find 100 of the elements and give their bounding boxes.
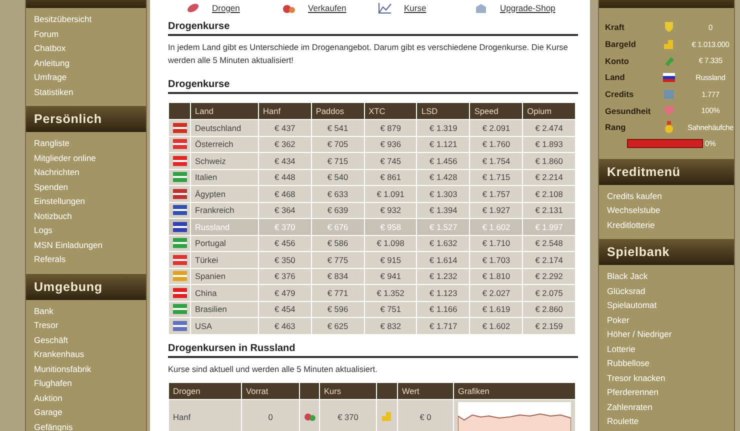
price-cell: € 625 [311,318,364,334]
price-cell: € 915 [364,252,417,268]
price-cell: € 932 [364,202,417,218]
menu-link[interactable]: Roulette [607,414,734,429]
price-cell: € 2.159 [522,318,576,334]
price-cell: € 1.123 [416,284,470,301]
price-cell: € 541 [311,120,364,136]
menu-link[interactable]: Spielautomat [607,298,734,313]
price-cell: € 1.927 [470,202,523,218]
country-cell: Spanien [190,268,258,284]
menu-link[interactable]: Rubbellose [607,356,734,371]
country-cell: China [190,284,258,301]
country-cell: Italien [190,169,258,186]
header-cell: Speed [470,102,523,120]
menu-link[interactable]: Flughafen [34,376,146,390]
menu-link[interactable]: Tresor knacken [607,370,734,386]
menu-link[interactable]: Kreditlotterie [607,218,734,232]
header-cell: LSD [416,102,470,120]
nav-link[interactable]: Drogen [186,2,282,14]
stat-label: Bargeld [605,39,637,50]
header-cell: Opium [522,102,576,120]
menu-link[interactable]: Credits kaufen [607,188,734,204]
header-cell: XTC [364,102,417,120]
nav-link[interactable]: Verkaufen [282,2,378,14]
price-cell: € 376 [258,268,312,284]
value-cell: € 0 [398,399,454,431]
menu-link[interactable]: Pferderennen [607,385,734,400]
price-cell: € 832 [364,318,417,334]
menu-link[interactable]: Notizbuch [34,208,146,223]
menu-link[interactable]: MSN Einladungen [34,238,146,252]
price-cell: € 2.027 [470,284,523,301]
price-cell: € 715 [311,152,364,169]
price-cell: € 448 [258,169,312,186]
price-cell: € 834 [311,268,364,284]
menu-link[interactable]: Besitzübersicht [34,12,146,26]
header-cell: Paddos [311,102,364,120]
nav-link[interactable]: Kurse [378,2,474,14]
heart-icon [663,104,675,117]
country-cell: Österreich [190,136,258,152]
menu-link[interactable]: Gefängnis [34,420,146,431]
price-cell: € 1.098 [364,235,417,252]
menu-link[interactable]: Tresor [34,318,146,332]
menu-link[interactable]: Black Jack [607,269,734,284]
menu-link[interactable]: Forum [34,26,146,41]
menu-link[interactable]: Poker [607,312,734,328]
price-cell: € 370 [320,399,376,431]
price-cell: € 705 [311,136,364,152]
price-cell: € 2.075 [522,284,576,301]
price-cell: € 2.292 [522,268,576,284]
nav-link[interactable]: Upgrade-Shop [474,2,570,14]
country-cell: Frankreich [190,202,258,218]
menu-link[interactable]: Höher / Niedriger [607,327,734,342]
section-header: Persönlich [26,106,146,132]
header-cell: Hanf [258,102,312,120]
price-cell: € 1.232 [416,268,470,284]
menu-link[interactable]: Umfrage [34,70,146,84]
menu-link[interactable]: Anleitung [34,56,146,70]
stat-label: Land [605,72,626,82]
price-cell: € 454 [258,301,312,318]
menu-link[interactable]: Glücksrad [607,284,734,298]
price-cell: € 1.619 [470,301,523,318]
note-text: Kurse sind aktuell und werden alle 5 Minuten aktualisiert. [168,362,378,376]
price-cell: € 479 [258,284,312,301]
menu-link[interactable]: Munitionsfabrik [34,362,146,376]
menu-link[interactable]: Auktion [34,390,146,405]
price-cell: € 596 [311,301,364,318]
price-cell: € 2.091 [470,120,523,136]
menu-link[interactable]: Wechselstube [607,203,734,218]
menu-link[interactable]: Rangliste [34,136,146,150]
menu-link[interactable]: Lotterie [607,342,734,356]
menu-link[interactable]: Zahlenraten [607,400,734,414]
menu-link[interactable]: Nachrichten [34,165,146,180]
menu-link[interactable]: Spenden [34,180,146,194]
menu-link[interactable]: Logs [34,223,146,238]
price-cell: € 456 [258,235,312,252]
price-cell: € 1.710 [470,235,523,252]
price-cell: € 437 [258,120,312,136]
menu-link[interactable]: Bank [34,304,146,318]
country-cell: USA [190,318,258,334]
menu-link[interactable]: Einstellungen [34,194,146,208]
price-cell: € 958 [364,218,417,235]
stat-label: Rang [605,122,627,132]
menu-link[interactable]: Mitglieder online [34,150,146,165]
section-header: Spielbank [599,239,734,266]
price-cell: € 540 [311,169,364,186]
menu-link[interactable]: Geschäft [34,332,146,347]
stock-cell: 0 [242,399,300,431]
menu-link[interactable]: Statistiken [34,84,146,99]
medal-icon [663,121,675,134]
price-cell: € 2.174 [522,252,576,268]
menu-link[interactable]: Referals [34,252,146,266]
country-cell: Russland [190,218,258,235]
price-cell: € 2.474 [522,120,576,136]
price-cell: € 1.352 [364,284,417,301]
price-cell: € 1.428 [416,169,470,186]
menu-link[interactable]: Garage [34,405,146,420]
menu-link[interactable]: Krankenhaus [34,347,146,362]
section-header: Umgebung [26,274,146,300]
header-cell: Wert [398,382,454,399]
menu-link[interactable]: Chatbox [34,41,146,56]
